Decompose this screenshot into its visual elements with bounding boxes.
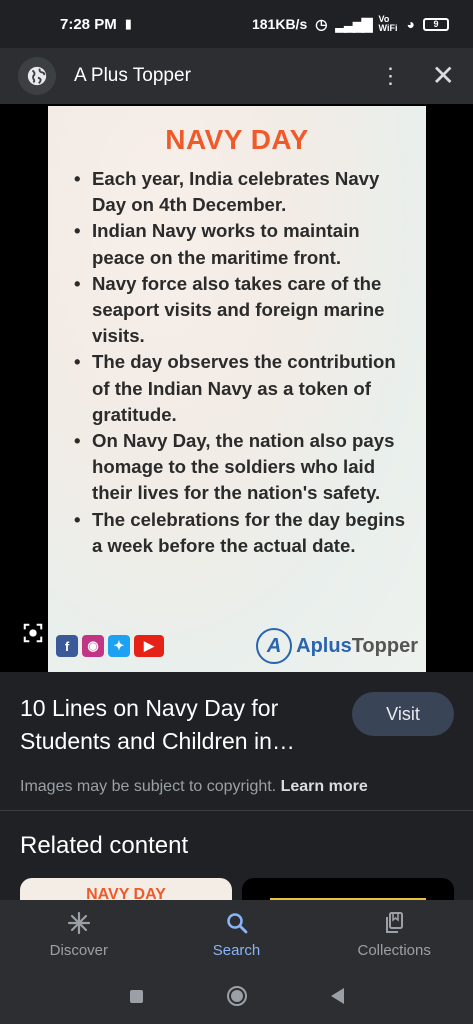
more-vert-icon[interactable]: ⋮ xyxy=(380,65,402,87)
related-heading: Related content xyxy=(20,832,189,859)
notification-icon: ▮ xyxy=(124,16,132,31)
result-info: 10 Lines on Navy Day for Students and Ch… xyxy=(0,672,473,812)
wifi-label: Vo WiFi xyxy=(378,14,398,33)
status-bar: 7:28 PM ▮ 181KB/s ◷ ▂▃▅▇ Vo WiFi ◕ 9 xyxy=(0,0,473,48)
copyright-text: Images may be subject to copyright. xyxy=(20,778,277,795)
nav-discover-label: Discover xyxy=(49,941,109,959)
instagram-icon: ◉ xyxy=(82,635,104,657)
asterisk-icon xyxy=(67,910,91,936)
network-speed: 181KB/s xyxy=(251,16,308,32)
battery-icon: 9 xyxy=(423,17,449,31)
divider xyxy=(0,810,473,811)
site-title: A Plus Topper xyxy=(74,65,191,86)
bottom-nav: Discover Search Collections xyxy=(0,900,473,968)
result-title[interactable]: 10 Lines on Navy Day for Students and Ch… xyxy=(20,692,340,758)
poster-bullet: The day observes the contribution of the… xyxy=(74,349,414,428)
status-right: 181KB/s ◷ ▂▃▅▇ Vo WiFi ◕ 9 xyxy=(252,15,449,33)
brand-text-part2: Topper xyxy=(351,634,418,657)
title-actions: ⋮ ✕ xyxy=(380,62,455,90)
facebook-icon: f xyxy=(56,635,78,657)
poster-title: NAVY DAY xyxy=(165,124,309,155)
brand-text: AplusTopper xyxy=(296,635,418,658)
nav-search[interactable]: Search xyxy=(158,900,316,968)
collections-icon xyxy=(382,910,406,936)
back-icon[interactable] xyxy=(330,988,344,1004)
nav-collections[interactable]: Collections xyxy=(315,900,473,968)
close-icon[interactable]: ✕ xyxy=(432,62,455,90)
youtube-icon: ▶ xyxy=(134,635,164,657)
lens-search-icon[interactable] xyxy=(16,616,50,650)
globe-icon xyxy=(18,57,56,95)
social-icons: f ◉ ✦ ▶ xyxy=(56,635,164,657)
poster-bullet: Each year, India celebrates Navy Day on … xyxy=(74,166,414,218)
recents-icon[interactable] xyxy=(129,989,143,1003)
poster-bullet: Navy force also takes care of the seapor… xyxy=(74,271,414,350)
brand-logo-icon: A xyxy=(256,628,293,664)
nav-search-label: Search xyxy=(212,941,261,959)
nav-discover[interactable]: Discover xyxy=(0,900,158,968)
nav-collections-label: Collections xyxy=(357,941,431,959)
brand-text-part1: Aplus xyxy=(296,634,352,657)
aplustopper-logo: A AplusTopper xyxy=(256,628,418,664)
poster-bullet: The celebrations for the day begins a we… xyxy=(74,507,414,559)
title-bar: A Plus Topper ⋮ ✕ xyxy=(0,48,473,104)
image-preview[interactable]: NAVY DAY Each year, India celebrates Nav… xyxy=(0,104,473,672)
system-nav-bar xyxy=(0,968,473,1024)
visit-button[interactable]: Visit xyxy=(352,692,454,736)
poster-bullet-list: Each year, India celebrates Navy Day on … xyxy=(74,166,414,559)
poster-bullet: Indian Navy works to maintain peace on t… xyxy=(74,218,414,270)
copyright-notice: Images may be subject to copyright. Lear… xyxy=(20,778,453,796)
battery-level: 9 xyxy=(433,18,439,29)
poster-footer: f ◉ ✦ ▶ A AplusTopper xyxy=(56,626,418,666)
search-icon xyxy=(225,910,249,936)
poster-bullet: On Navy Day, the nation also pays homage… xyxy=(74,428,414,507)
learn-more-link[interactable]: Learn more xyxy=(281,778,368,795)
status-time: 7:28 PM xyxy=(60,15,117,33)
alarm-icon: ◷ xyxy=(315,15,328,32)
navy-day-poster[interactable]: NAVY DAY Each year, India celebrates Nav… xyxy=(48,106,426,672)
signal-icon: ▂▃▅▇ xyxy=(335,15,372,32)
twitter-icon: ✦ xyxy=(108,635,130,657)
home-icon[interactable] xyxy=(226,986,247,1006)
wifi-icon: ◕ xyxy=(406,16,415,32)
